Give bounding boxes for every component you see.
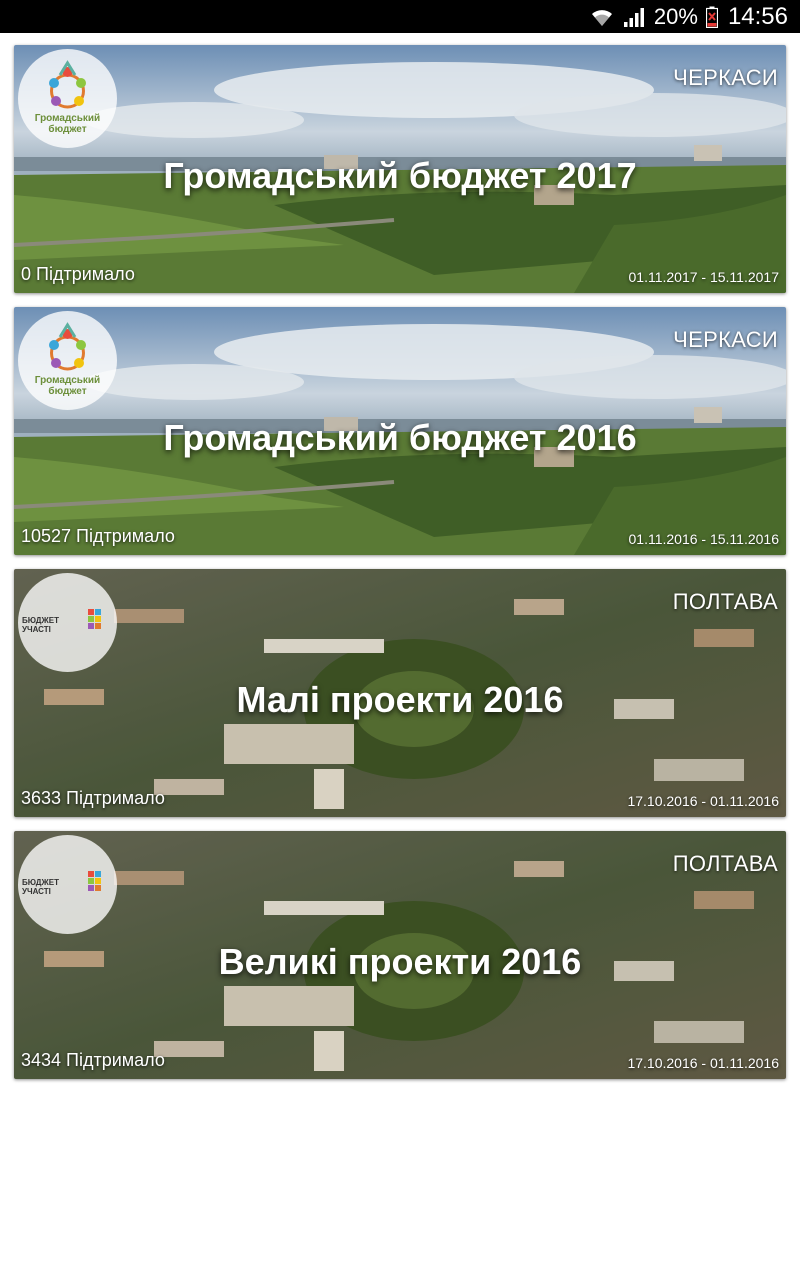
signal-icon	[622, 6, 646, 28]
wifi-icon	[590, 6, 614, 28]
logo-label: Громадський бюджет	[34, 113, 101, 135]
city-label: ПОЛТАВА	[672, 589, 778, 614]
voting-period: 01.11.2016 - 15.11.2016	[628, 531, 780, 547]
gromadskyi-budget-logo: Громадський бюджет	[18, 311, 117, 410]
supported-count: 3633 Підтримало	[21, 788, 165, 808]
byudzhet-uchasti-logo: БЮДЖЕТ УЧАСТІ	[18, 573, 117, 672]
voting-period: 01.11.2017 - 15.11.2017	[628, 269, 780, 285]
battery-percentage: 20%	[653, 3, 698, 29]
budget-list: Громадський бюджет ЧЕРКАСИ Громадський б…	[14, 45, 786, 1093]
battery-low-icon	[705, 6, 718, 28]
city-label: ЧЕРКАСИ	[673, 65, 778, 90]
byudzhet-uchasti-logo: БЮДЖЕТ УЧАСТІ	[18, 835, 117, 934]
supported-count: 10527 Підтримало	[21, 526, 175, 546]
logo-label: БЮДЖЕТ УЧАСТІ	[22, 616, 59, 634]
logo-label: Громадський бюджет	[34, 375, 101, 397]
city-label: ПОЛТАВА	[672, 851, 778, 876]
status-bar: 20% 14:56	[0, 0, 800, 33]
budget-title: Громадський бюджет 2016	[163, 417, 637, 458]
budget-card[interactable]: Громадський бюджет ЧЕРКАСИ Громадський б…	[14, 307, 786, 555]
budget-title: Малі проекти 2016	[236, 679, 564, 720]
supported-count: 0 Підтримало	[21, 264, 135, 284]
logo-label: БЮДЖЕТ УЧАСТІ	[22, 878, 59, 896]
voting-period: 17.10.2016 - 01.11.2016	[627, 1055, 779, 1071]
budget-card[interactable]: Громадський бюджет ЧЕРКАСИ Громадський б…	[14, 45, 786, 293]
budget-title: Великі проекти 2016	[218, 941, 582, 982]
supported-count: 3434 Підтримало	[21, 1050, 165, 1070]
voting-period: 17.10.2016 - 01.11.2016	[627, 793, 779, 809]
budget-card[interactable]: БЮДЖЕТ УЧАСТІ ПОЛТАВА Великі проекти 201…	[14, 831, 786, 1079]
budget-card[interactable]: БЮДЖЕТ УЧАСТІ ПОЛТАВА Малі проекти 2016 …	[14, 569, 786, 817]
city-label: ЧЕРКАСИ	[673, 327, 778, 352]
clock: 14:56	[727, 2, 788, 30]
budget-title: Громадський бюджет 2017	[163, 155, 637, 196]
gromadskyi-budget-logo: Громадський бюджет	[18, 49, 117, 148]
